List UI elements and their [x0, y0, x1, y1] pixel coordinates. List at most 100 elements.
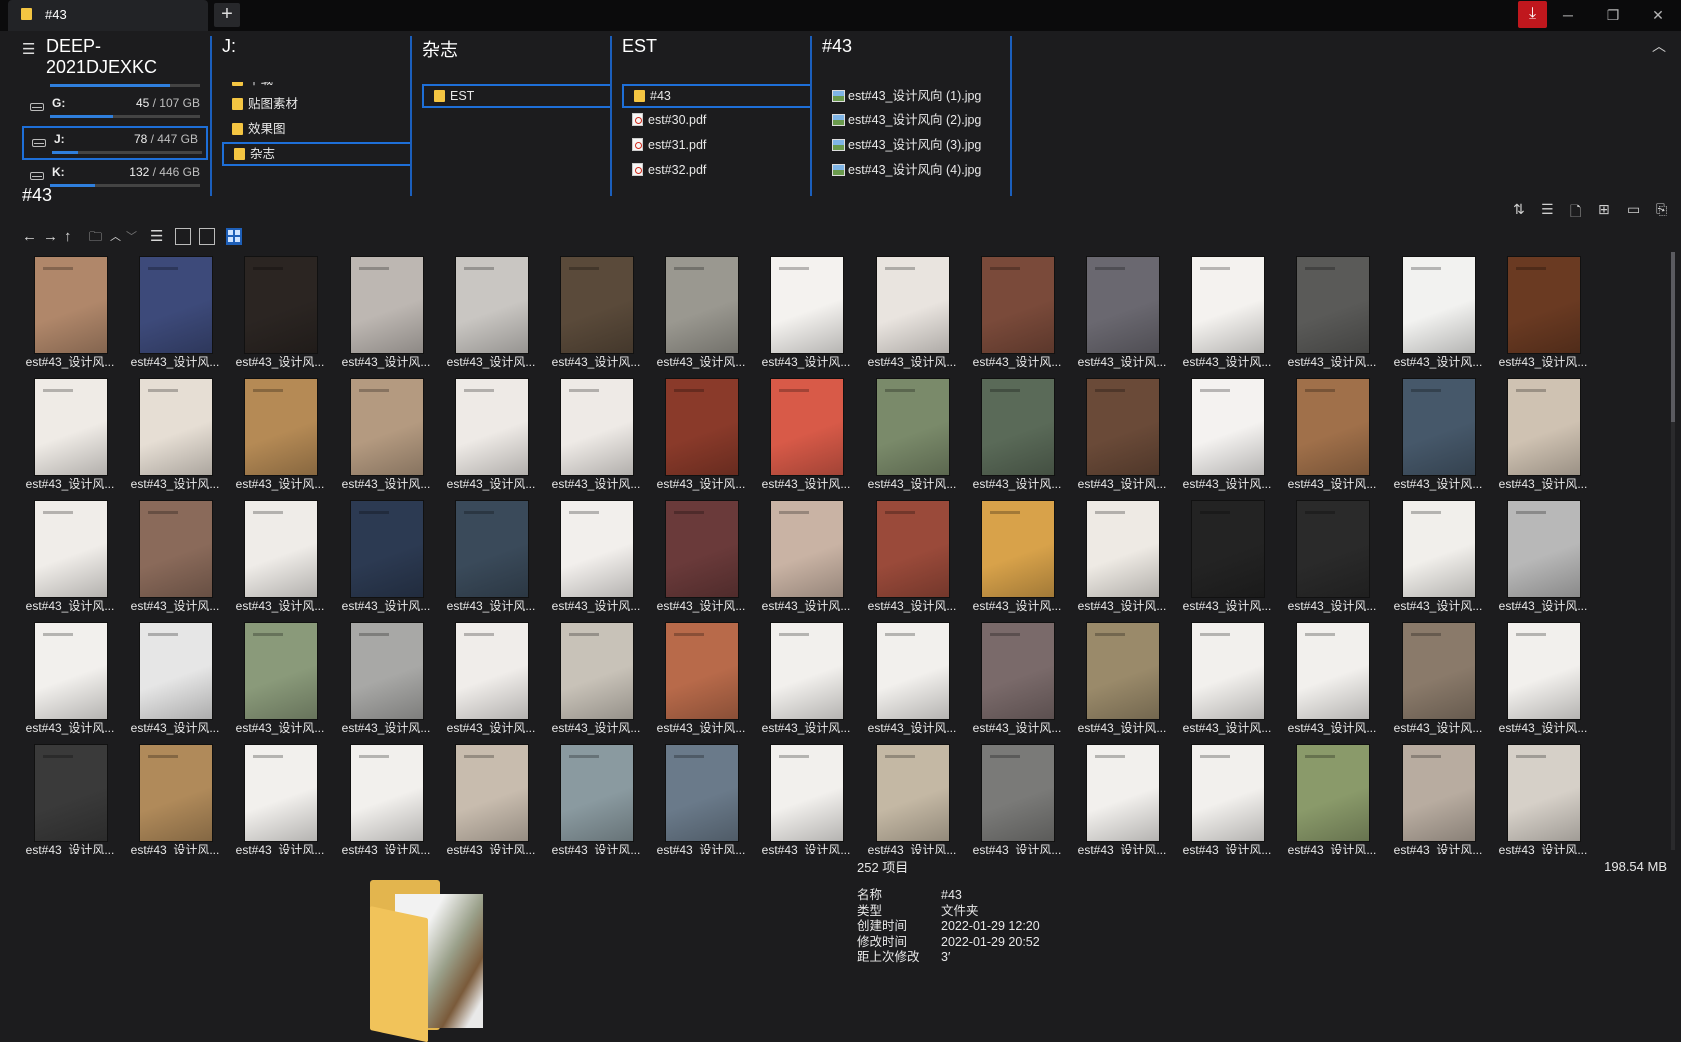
- thumbnail-item[interactable]: est#43_设计风...: [20, 252, 120, 369]
- thumbnail-item[interactable]: est#43_设计风...: [1388, 618, 1488, 735]
- thumbnail-item[interactable]: est#43_设计风...: [1493, 374, 1593, 491]
- thumbnail-item[interactable]: est#43_设计风...: [125, 374, 225, 491]
- thumbnail-item[interactable]: est#43_设计风...: [546, 374, 646, 491]
- thumbnail-item[interactable]: est#43_设计风...: [862, 496, 962, 613]
- thumbnail-item[interactable]: est#43_设计风...: [967, 740, 1067, 854]
- grid-scrollbar[interactable]: [1671, 252, 1675, 850]
- thumbnail-item[interactable]: est#43_设计风...: [651, 618, 751, 735]
- thumbnail-item[interactable]: est#43_设计风...: [1072, 740, 1172, 854]
- thumbnail-item[interactable]: est#43_设计风...: [1493, 618, 1593, 735]
- list-item[interactable]: est#31.pdf: [622, 133, 810, 157]
- thumbnail-item[interactable]: est#43_设计风...: [441, 740, 541, 854]
- thumbnail-item[interactable]: est#43_设计风...: [1177, 252, 1277, 369]
- thumbnail-item[interactable]: est#43_设计风...: [651, 496, 751, 613]
- thumbnail-item[interactable]: est#43_设计风...: [125, 252, 225, 369]
- chevron-down-icon[interactable]: ﹀: [126, 227, 137, 247]
- thumbnail-item[interactable]: est#43_设计风...: [125, 618, 225, 735]
- list-item[interactable]: EST: [422, 84, 610, 108]
- thumbnail-item[interactable]: est#43_设计风...: [967, 618, 1067, 735]
- thumbnail-item[interactable]: est#43_设计风...: [1282, 496, 1382, 613]
- thumbnail-item[interactable]: est#43_设计风...: [20, 740, 120, 854]
- thumbnail-item[interactable]: est#43_设计风...: [967, 252, 1067, 369]
- thumbnail-item[interactable]: est#43_设计风...: [862, 618, 962, 735]
- thumbnail-item[interactable]: est#43_设计风...: [1282, 618, 1382, 735]
- list-item[interactable]: est#32.pdf: [622, 158, 810, 182]
- thumbnail-item[interactable]: est#43_设计风...: [1072, 618, 1172, 735]
- up-arrow-icon[interactable]: ↑: [64, 227, 72, 247]
- chevron-up-icon[interactable]: ︿: [110, 227, 121, 247]
- download-button[interactable]: ⤓: [1518, 1, 1547, 28]
- tiles-view-icon[interactable]: [199, 228, 215, 245]
- list-view-icon[interactable]: ☰: [150, 227, 163, 247]
- thumbnail-item[interactable]: est#43_设计风...: [1388, 374, 1488, 491]
- thumbnail-item[interactable]: est#43_设计风...: [862, 252, 962, 369]
- thumbnail-item[interactable]: est#43_设计风...: [756, 740, 856, 854]
- thumbnail-item[interactable]: est#43_设计风...: [1177, 618, 1277, 735]
- thumbnail-item[interactable]: est#43_设计风...: [546, 740, 646, 854]
- list-item[interactable]: est#43_设计风向 (2).jpg: [822, 108, 1010, 132]
- thumbnail-item[interactable]: est#43_设计风...: [20, 374, 120, 491]
- thumbnail-item[interactable]: est#43_设计风...: [230, 618, 330, 735]
- new-tab-button[interactable]: +: [214, 3, 240, 27]
- thumbnail-item[interactable]: est#43_设计风...: [230, 496, 330, 613]
- thumbnail-item[interactable]: est#43_设计风...: [1177, 496, 1277, 613]
- thumbnail-item[interactable]: est#43_设计风...: [336, 252, 436, 369]
- collapse-columns-icon[interactable]: ︿: [1652, 36, 1666, 56]
- thumbnail-item[interactable]: est#43_设计风...: [441, 252, 541, 369]
- minimize-button[interactable]: ─: [1547, 0, 1589, 31]
- list-item[interactable]: est#43_设计风向 (1).jpg: [822, 84, 1010, 108]
- scrollbar-thumb[interactable]: [1671, 252, 1675, 422]
- thumbnail-item[interactable]: est#43_设计风...: [20, 496, 120, 613]
- thumbnail-item[interactable]: est#43_设计风...: [1388, 740, 1488, 854]
- thumbnail-item[interactable]: est#43_设计风...: [651, 374, 751, 491]
- thumbnail-item[interactable]: est#43_设计风...: [125, 740, 225, 854]
- thumbnail-item[interactable]: est#43_设计风...: [441, 496, 541, 613]
- thumbnail-item[interactable]: est#43_设计风...: [651, 740, 751, 854]
- thumbnail-item[interactable]: est#43_设计风...: [336, 618, 436, 735]
- thumbnail-item[interactable]: est#43_设计风...: [1493, 740, 1593, 854]
- thumbnail-item[interactable]: est#43_设计风...: [1072, 496, 1172, 613]
- thumbnail-item[interactable]: est#43_设计风...: [546, 618, 646, 735]
- thumbnail-item[interactable]: est#43_设计风...: [1282, 374, 1382, 491]
- list-item[interactable]: 下载: [222, 82, 410, 92]
- preview-pane-icon[interactable]: ▭: [1627, 201, 1640, 218]
- thumbnail-item[interactable]: est#43_设计风...: [20, 618, 120, 735]
- list-item[interactable]: est#43_设计风向 (3).jpg: [822, 133, 1010, 157]
- thumbnail-item[interactable]: est#43_设计风...: [336, 374, 436, 491]
- list-item[interactable]: 杂志: [222, 142, 410, 166]
- thumbnail-item[interactable]: est#43_设计风...: [230, 252, 330, 369]
- thumbnail-item[interactable]: est#43_设计风...: [1388, 496, 1488, 613]
- clipboard-icon[interactable]: ⎘: [1656, 201, 1667, 218]
- thumbnail-item[interactable]: est#43_设计风...: [1177, 740, 1277, 854]
- thumbnail-item[interactable]: est#43_设计风...: [125, 496, 225, 613]
- thumbnail-view-icon[interactable]: [226, 228, 242, 245]
- thumbnail-item[interactable]: est#43_设计风...: [862, 740, 962, 854]
- forward-arrow-icon[interactable]: →: [43, 227, 58, 247]
- thumbnail-item[interactable]: est#43_设计风...: [651, 252, 751, 369]
- thumbnail-item[interactable]: est#43_设计风...: [1177, 374, 1277, 491]
- list-item[interactable]: est#30.pdf: [622, 108, 810, 132]
- drive-item[interactable]: G: 45 / 107 GB: [22, 92, 208, 126]
- back-arrow-icon[interactable]: ←: [22, 227, 37, 247]
- list-item[interactable]: est#43_设计风向 (4).jpg: [822, 158, 1010, 182]
- thumbnail-item[interactable]: est#43_设计风...: [756, 618, 856, 735]
- thumbnail-item[interactable]: est#43_设计风...: [336, 740, 436, 854]
- thumbnail-item[interactable]: est#43_设计风...: [756, 374, 856, 491]
- thumbnail-item[interactable]: est#43_设计风...: [230, 374, 330, 491]
- thumbnail-item[interactable]: est#43_设计风...: [1072, 374, 1172, 491]
- thumbnail-item[interactable]: est#43_设计风...: [967, 496, 1067, 613]
- details-view-icon[interactable]: [175, 228, 191, 245]
- list-item[interactable]: #43: [622, 84, 810, 108]
- menu-icon[interactable]: ☰: [22, 40, 35, 58]
- drive-item[interactable]: J: 78 / 447 GB: [22, 126, 208, 160]
- sort-icon[interactable]: ⇅: [1513, 201, 1525, 218]
- thumbnail-item[interactable]: est#43_设计风...: [1282, 740, 1382, 854]
- close-button[interactable]: ✕: [1637, 0, 1679, 31]
- thumbnail-item[interactable]: est#43_设计风...: [336, 496, 436, 613]
- thumbnail-item[interactable]: est#43_设计风...: [1072, 252, 1172, 369]
- thumbnail-item[interactable]: est#43_设计风...: [230, 740, 330, 854]
- thumbnail-item[interactable]: est#43_设计风...: [756, 496, 856, 613]
- thumbnail-item[interactable]: est#43_设计风...: [967, 374, 1067, 491]
- thumbnail-item[interactable]: est#43_设计风...: [546, 252, 646, 369]
- thumbnail-item[interactable]: est#43_设计风...: [1493, 252, 1593, 369]
